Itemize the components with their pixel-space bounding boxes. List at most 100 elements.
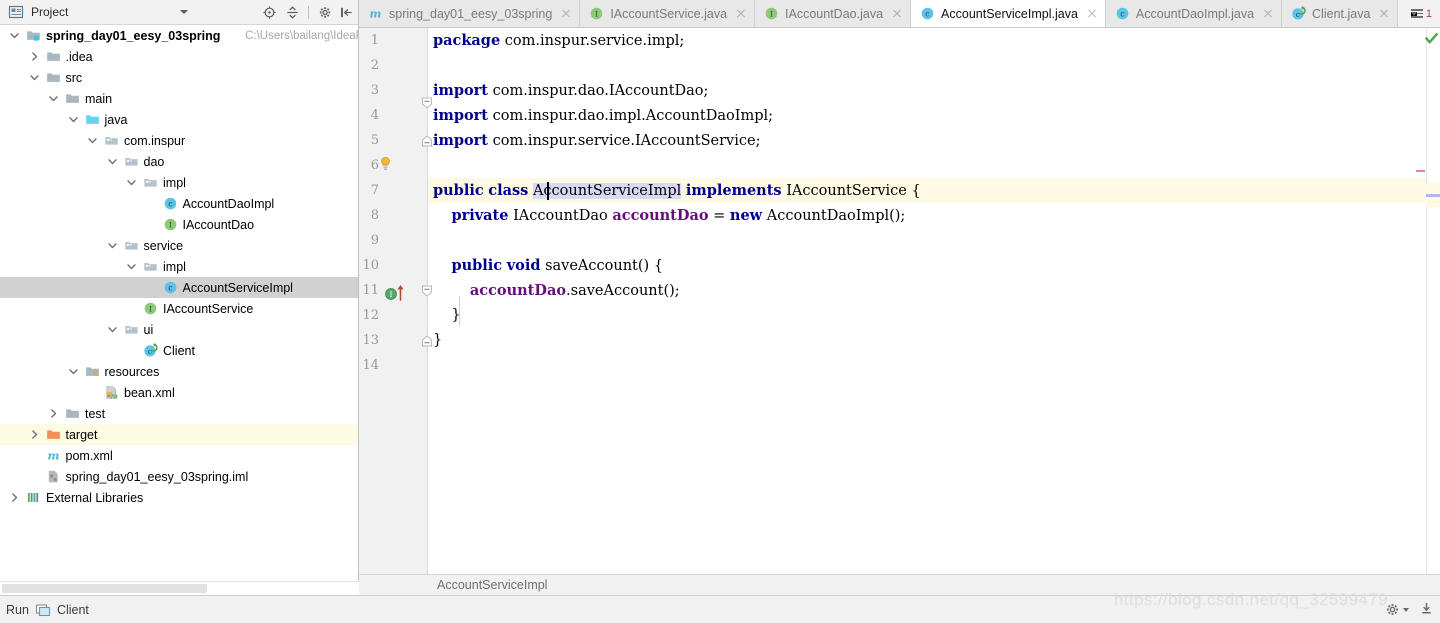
code-line-4[interactable]: import com.inspur.dao.impl.AccountDaoImp… bbox=[433, 103, 773, 128]
close-icon[interactable] bbox=[1086, 8, 1098, 20]
tree-row-src[interactable]: src bbox=[0, 67, 358, 88]
tree-row-accountserviceimpl[interactable]: c AccountServiceImpl bbox=[0, 277, 358, 298]
editor-tab-client-java[interactable]: c Client.java bbox=[1282, 0, 1399, 27]
chevron-down-icon[interactable] bbox=[9, 30, 20, 41]
run-configuration-name[interactable]: Client bbox=[57, 603, 89, 617]
chevron-down-icon[interactable] bbox=[126, 261, 137, 272]
tree-row-service[interactable]: service bbox=[0, 235, 358, 256]
scrollbar-thumb[interactable] bbox=[2, 584, 207, 593]
tab-list-icon[interactable]: 1 bbox=[1402, 0, 1440, 27]
code-line-10[interactable]: public void saveAccount() { bbox=[433, 253, 663, 278]
project-horizontal-scrollbar[interactable] bbox=[0, 581, 359, 594]
package-icon bbox=[124, 322, 140, 338]
close-icon[interactable] bbox=[735, 8, 747, 20]
code-line-13[interactable]: } bbox=[433, 328, 442, 353]
hide-panel-icon[interactable] bbox=[338, 4, 354, 21]
chevron-down-icon[interactable] bbox=[180, 10, 188, 14]
code-keyword: import bbox=[433, 132, 488, 149]
tree-row--idea[interactable]: .idea bbox=[0, 46, 358, 67]
tree-row-spring-day01-eesy-03spring[interactable]: spring_day01_eesy_03spring C:\Users\baila… bbox=[0, 25, 358, 46]
chevron-down-icon[interactable] bbox=[29, 72, 40, 83]
tree-row-pom-xml[interactable]: m pom.xml bbox=[0, 445, 358, 466]
code-editor[interactable]: 1 2 3 4 5 6 7 8 9 10 11 12 13 14 I packa… bbox=[359, 28, 1440, 574]
tree-row-iaccountdao[interactable]: I IAccountDao bbox=[0, 214, 358, 235]
tree-row-impl[interactable]: impl bbox=[0, 172, 358, 193]
close-icon[interactable] bbox=[891, 8, 903, 20]
code-token: dao bbox=[577, 108, 605, 124]
close-icon[interactable] bbox=[560, 8, 572, 20]
tree-row-ui[interactable]: ui bbox=[0, 319, 358, 340]
breadcrumb-class[interactable]: AccountServiceImpl bbox=[437, 578, 547, 592]
chevron-right-icon[interactable] bbox=[29, 429, 40, 440]
gear-icon[interactable] bbox=[1385, 602, 1409, 617]
editor-tab-iaccountservice-java[interactable]: I IAccountService.java bbox=[580, 0, 756, 27]
tree-row-spring-day01-eesy-03spring-iml[interactable]: spring_day01_eesy_03spring.iml bbox=[0, 466, 358, 487]
run-window-icon[interactable] bbox=[35, 602, 51, 618]
tree-row-main[interactable]: main bbox=[0, 88, 358, 109]
code-line-5[interactable]: import com.inspur.service.IAccountServic… bbox=[433, 128, 760, 153]
breadcrumb[interactable]: AccountServiceImpl bbox=[359, 574, 1440, 595]
gear-icon[interactable] bbox=[315, 4, 335, 21]
code-keyword: class bbox=[488, 182, 529, 199]
code-token: ; bbox=[755, 133, 761, 149]
editor-tab-spring-day01-eesy-03spring[interactable]: m spring_day01_eesy_03spring bbox=[359, 0, 581, 27]
code-keyword: public bbox=[451, 257, 503, 274]
folder-icon bbox=[65, 406, 81, 422]
chevron-down-icon[interactable] bbox=[107, 324, 118, 335]
tree-row-com-inspur[interactable]: com.inspur bbox=[0, 130, 358, 151]
editor-tab-accountdaoimpl-java[interactable]: c AccountDaoImpl.java bbox=[1105, 0, 1283, 27]
code-line-12[interactable]: } bbox=[433, 303, 460, 328]
tree-row-test[interactable]: test bbox=[0, 403, 358, 424]
code-token: () { bbox=[637, 258, 664, 274]
locate-icon[interactable] bbox=[259, 4, 279, 21]
package-icon bbox=[124, 154, 140, 170]
interface-icon: I bbox=[589, 6, 604, 21]
chevron-down-icon[interactable] bbox=[87, 135, 98, 146]
chevron-down-icon[interactable] bbox=[126, 177, 137, 188]
chevron-down-icon[interactable] bbox=[68, 366, 79, 377]
editor-tab-accountserviceimpl-java[interactable]: c AccountServiceImpl.java bbox=[911, 0, 1106, 27]
tree-row-dao[interactable]: dao bbox=[0, 151, 358, 172]
chevron-down-icon[interactable] bbox=[68, 114, 79, 125]
tree-row-java[interactable]: java bbox=[0, 109, 358, 130]
chevron-down-icon[interactable] bbox=[107, 240, 118, 251]
close-icon[interactable] bbox=[1378, 8, 1390, 20]
tree-row-target[interactable]: target bbox=[0, 424, 358, 445]
code-text-area[interactable]: package com.inspur.service.impl; import c… bbox=[359, 28, 1440, 574]
editor-tab-bar: m spring_day01_eesy_03spring I IAccountServ… bbox=[359, 0, 1440, 28]
editor-tab-iaccountdao-java[interactable]: I IAccountDao.java bbox=[755, 0, 912, 27]
project-tree[interactable]: spring_day01_eesy_03spring C:\Users\baila… bbox=[0, 25, 358, 581]
tree-item-label: IAccountDao bbox=[182, 217, 255, 232]
tree-row-external-libraries[interactable]: External Libraries bbox=[0, 487, 358, 508]
tree-row-bean-xml[interactable]: </> bean.xml bbox=[0, 382, 358, 403]
run-tool-window-label[interactable]: Run bbox=[6, 603, 29, 617]
toolbar-separator bbox=[308, 6, 309, 19]
inspection-marker-bar[interactable] bbox=[1424, 28, 1440, 574]
event-log-icon[interactable] bbox=[1419, 601, 1434, 619]
code-line-7[interactable]: public class AccountServiceImpl implemen… bbox=[433, 178, 921, 203]
ok-checkmark-icon[interactable] bbox=[1424, 32, 1439, 48]
chevron-right-icon[interactable] bbox=[9, 492, 20, 503]
tree-row-resources[interactable]: resources bbox=[0, 361, 358, 382]
svg-text:I: I bbox=[770, 9, 773, 18]
class-icon: c bbox=[920, 6, 935, 21]
tree-row-impl[interactable]: impl bbox=[0, 256, 358, 277]
code-line-8[interactable]: private IAccountDao accountDao = new Acc… bbox=[433, 203, 905, 228]
code-line-3[interactable]: import com.inspur.dao.IAccountDao; bbox=[433, 78, 708, 103]
close-icon[interactable] bbox=[1262, 8, 1274, 20]
chevron-right-icon[interactable] bbox=[29, 51, 40, 62]
collapse-all-icon[interactable] bbox=[282, 4, 302, 21]
chevron-right-icon[interactable] bbox=[48, 408, 59, 419]
tree-row-accountdaoimpl[interactable]: c AccountDaoImpl bbox=[0, 193, 358, 214]
class-icon: c bbox=[1115, 6, 1130, 21]
iml-file-icon bbox=[46, 469, 62, 485]
tree-item-label: bean.xml bbox=[124, 385, 175, 400]
chevron-down-icon[interactable] bbox=[107, 156, 118, 167]
tree-row-client[interactable]: c Client bbox=[0, 340, 358, 361]
code-line-11[interactable]: accountDao.saveAccount(); bbox=[433, 278, 680, 303]
code-line-1[interactable]: package com.inspur.service.impl; bbox=[433, 28, 684, 53]
chevron-down-icon[interactable] bbox=[48, 93, 59, 104]
tree-row-iaccountservice[interactable]: I IAccountService bbox=[0, 298, 358, 319]
selection-occurrence-marker[interactable] bbox=[1426, 194, 1440, 197]
code-token: (); bbox=[889, 208, 906, 224]
